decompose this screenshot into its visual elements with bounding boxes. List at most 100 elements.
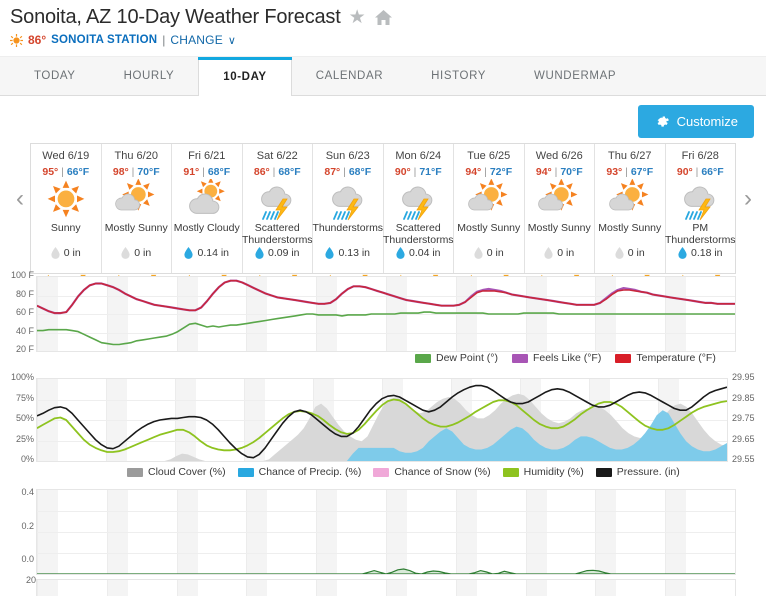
forecast-high: 87°: [324, 166, 341, 178]
forecast-precip: 0.13 in: [325, 247, 370, 259]
forecast-temp-separator: |: [695, 166, 699, 178]
forecast-condition: Sunny: [50, 223, 81, 234]
forecast-high: 90°: [394, 166, 411, 178]
forecast-day: Sun 6/23: [325, 150, 370, 162]
weather-thunderstorm-icon: [255, 179, 299, 223]
forecast-day: Wed 6/19: [42, 150, 90, 162]
night-band: [525, 580, 547, 596]
axis-tick-label: 60 F: [15, 307, 34, 317]
water-drop-icon: [184, 247, 194, 259]
chevron-down-icon[interactable]: ∨: [228, 34, 236, 47]
home-icon[interactable]: [374, 9, 393, 26]
night-band: [665, 580, 687, 596]
legend-item[interactable]: Dew Point (°): [415, 352, 498, 364]
legend-label: Humidity (%): [523, 466, 584, 478]
weather-sunny-icon: [44, 179, 88, 223]
forecast-card[interactable]: Thu 6/2098° | 70°FMostly Sunny0 in▲▼: [102, 144, 172, 281]
series-line: [37, 279, 735, 314]
legend-swatch: [127, 467, 143, 477]
tab-history[interactable]: HISTORY: [407, 57, 510, 95]
series-area: [37, 568, 735, 574]
bottom-axis-label: 20: [25, 575, 36, 585]
current-temperature: 86°: [28, 33, 47, 47]
day-divider: [595, 580, 597, 596]
next-days-arrow[interactable]: ›: [744, 185, 752, 213]
forecast-high: 93°: [606, 166, 623, 178]
forecast-precip-amount: 0 in: [627, 247, 645, 259]
forecast-temps: 87° | 68°F: [324, 166, 371, 178]
weather-mostly-sunny-icon: [467, 179, 511, 223]
forecast-temp-separator: |: [413, 166, 417, 178]
forecast-precip-amount: 0.18 in: [690, 247, 723, 259]
forecast-low: 68°F: [278, 166, 301, 178]
forecast-card[interactable]: Sun 6/2387° | 68°FThunderstorms0.13 in▲▼: [312, 144, 384, 281]
forecast-card[interactable]: Mon 6/24 90° | 71°F Scattered Thunderstorm…: [382, 144, 454, 281]
forecast-low: 71°F: [419, 166, 442, 178]
forecast-low: 67°F: [630, 166, 654, 178]
forecast-temps: 95° | 66°F: [42, 166, 89, 178]
humidity-pressure-plot: [36, 378, 728, 462]
forecast-condition: Scattered Thunderstorms: [382, 223, 454, 246]
axis-tick-label: 29.75: [732, 413, 755, 423]
tab-hourly[interactable]: HOURLY: [100, 57, 199, 95]
day-divider: [665, 580, 667, 596]
forecast-card[interactable]: Fri 6/2191° | 68°FMostly Cloudy0.14 in▲▼: [172, 144, 243, 281]
weather-forecast-page: Sonoita, AZ 10-Day Weather Forecast ★ 86…: [0, 0, 766, 596]
tab-calendar[interactable]: CALENDAR: [292, 57, 407, 95]
temperature-plot: [36, 276, 736, 352]
forecast-temps: 94° | 72°F: [465, 166, 512, 178]
forecast-temps: 98° | 70°F: [113, 166, 160, 178]
legend-label: Feels Like (°F): [532, 352, 602, 364]
legend-item[interactable]: Humidity (%): [502, 466, 584, 478]
forecast-precip: 0.04 in: [396, 247, 441, 259]
forecast-precip-amount: 0 in: [63, 247, 81, 259]
night-band: [246, 580, 268, 596]
change-location-link[interactable]: CHANGE: [170, 33, 223, 47]
forecast-card[interactable]: Sat 6/22 86° | 68°F Scattered Thunderstorm…: [241, 144, 313, 281]
legend-item[interactable]: Chance of Snow (%): [373, 466, 491, 478]
forecast-card[interactable]: Tue 6/2594° | 72°FMostly Sunny0 in▲▼: [454, 144, 525, 281]
night-band: [595, 580, 617, 596]
forecast-day: Sat 6/22: [256, 150, 298, 162]
weather-mostly-sunny-icon: [114, 179, 158, 223]
night-band: [316, 580, 338, 596]
legend-item[interactable]: Chance of Precip. (%): [237, 466, 361, 478]
legend-item[interactable]: Pressure. (in): [595, 466, 680, 478]
forecast-condition: Scattered Thunderstorms: [241, 223, 313, 246]
forecast-precip: 0 in: [615, 247, 645, 259]
forecast-card[interactable]: Wed 6/1995° | 66°FSunny0 in▲▼: [31, 144, 102, 281]
prev-days-arrow[interactable]: ‹: [16, 185, 24, 213]
page-title: Sonoita, AZ 10-Day Weather Forecast: [10, 6, 341, 28]
legend-item[interactable]: Feels Like (°F): [511, 352, 602, 364]
legend-item[interactable]: Cloud Cover (%): [127, 466, 226, 478]
station-name[interactable]: SONOITA STATION: [51, 34, 157, 46]
star-icon[interactable]: ★: [349, 8, 366, 27]
tab-wundermap[interactable]: WUNDERMAP: [510, 57, 640, 95]
forecast-condition: Mostly Cloudy: [173, 223, 240, 234]
humidity-legend: Cloud Cover (%) Chance of Precip. (%) Chan…: [127, 466, 680, 478]
legend-swatch: [615, 353, 632, 363]
legend-item[interactable]: Temperature (°F): [615, 352, 716, 364]
forecast-card[interactable]: Wed 6/2694° | 70°FMostly Sunny0 in▲▼: [525, 144, 595, 281]
forecast-day: Wed 6/26: [535, 150, 583, 162]
forecast-temp-separator: |: [554, 166, 558, 178]
forecast-card[interactable]: Thu 6/2793° | 67°FMostly Sunny0 in▲▼: [595, 144, 666, 281]
tab-10-day[interactable]: 10-DAY: [198, 57, 293, 96]
tab-today[interactable]: TODAY: [10, 57, 100, 95]
axis-tick-label: 0.4: [21, 487, 34, 497]
day-divider: [455, 580, 457, 596]
forecast-card[interactable]: Fri 6/28 90° | 66°F PM Thunderstorms 0.18 i…: [665, 144, 736, 281]
axis-tick-label: 50%: [15, 413, 34, 423]
customize-button[interactable]: Customize: [637, 105, 754, 138]
forecast-day: Thu 6/20: [114, 150, 158, 162]
forecast-temps: 91° | 68°F: [183, 166, 230, 178]
axis-tick-label: 29.85: [732, 392, 755, 403]
water-drop-icon: [121, 247, 130, 259]
forecast-temps: 86° | 68°F: [254, 166, 301, 178]
nav-tabs: TODAY HOURLY 10-DAY CALENDAR HISTORY WUN…: [0, 56, 766, 96]
axis-tick-label: 29.55: [732, 454, 755, 464]
forecast-high: 94°: [535, 166, 552, 178]
water-drop-icon: [255, 247, 264, 259]
humidity-pressure-chart: 100% 75% 50% 25% 0% 29.95 29.85 29.75 29.65 29.5…: [0, 372, 766, 486]
forecast-temp-separator: |: [272, 166, 276, 178]
